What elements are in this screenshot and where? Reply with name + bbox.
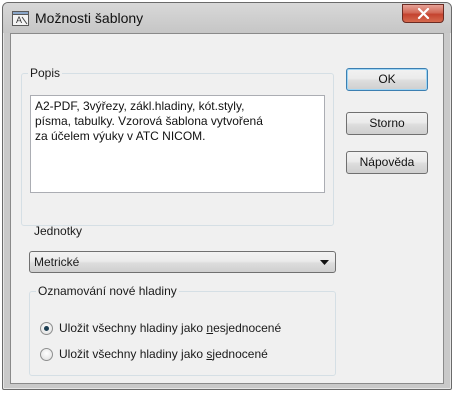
units-selected-value: Metrické bbox=[34, 255, 80, 269]
dialog-title: Možnosti šablony bbox=[35, 10, 144, 26]
units-label: Jednotky bbox=[34, 224, 83, 238]
template-options-dialog: A Možnosti šablony Popis A2-PDF, 3výřezy… bbox=[2, 2, 452, 390]
close-button[interactable] bbox=[402, 4, 444, 23]
title-bar[interactable]: A Možnosti šablony bbox=[3, 3, 451, 33]
radio-label-ununified: Uložit všechny hladiny jako nesjednocené bbox=[59, 321, 282, 335]
layer-notification-legend: Oznamování nové hladiny bbox=[38, 284, 177, 298]
template-app-icon: A bbox=[12, 11, 29, 26]
radio-option-unified[interactable]: Uložit všechny hladiny jako sjednocené bbox=[40, 346, 268, 362]
chevron-down-icon bbox=[320, 260, 329, 265]
dialog-body: Popis A2-PDF, 3výřezy, zákl.hladiny, kót… bbox=[10, 33, 444, 384]
radio-option-ununified[interactable]: Uložit všechny hladiny jako nesjednocené bbox=[40, 320, 281, 336]
layer-notification-group: Oznamování nové hladiny Uložit všechny h… bbox=[29, 284, 336, 376]
close-icon bbox=[417, 8, 430, 19]
description-legend: Popis bbox=[30, 66, 61, 80]
description-textbox[interactable]: A2-PDF, 3výřezy, zákl.hladiny, kót.styly… bbox=[30, 95, 325, 193]
cancel-button[interactable]: Storno bbox=[346, 112, 428, 135]
svg-text:A: A bbox=[16, 15, 22, 25]
radio-label-unified: Uložit všechny hladiny jako sjednocené bbox=[59, 347, 268, 361]
description-group: Popis A2-PDF, 3výřezy, zákl.hladiny, kót… bbox=[21, 66, 334, 226]
radio-button-checked[interactable] bbox=[40, 321, 53, 335]
ok-button[interactable]: OK bbox=[346, 68, 428, 91]
units-dropdown[interactable]: Metrické bbox=[29, 251, 336, 273]
help-button[interactable]: Nápověda bbox=[346, 151, 428, 174]
radio-button-unchecked[interactable] bbox=[40, 347, 53, 361]
